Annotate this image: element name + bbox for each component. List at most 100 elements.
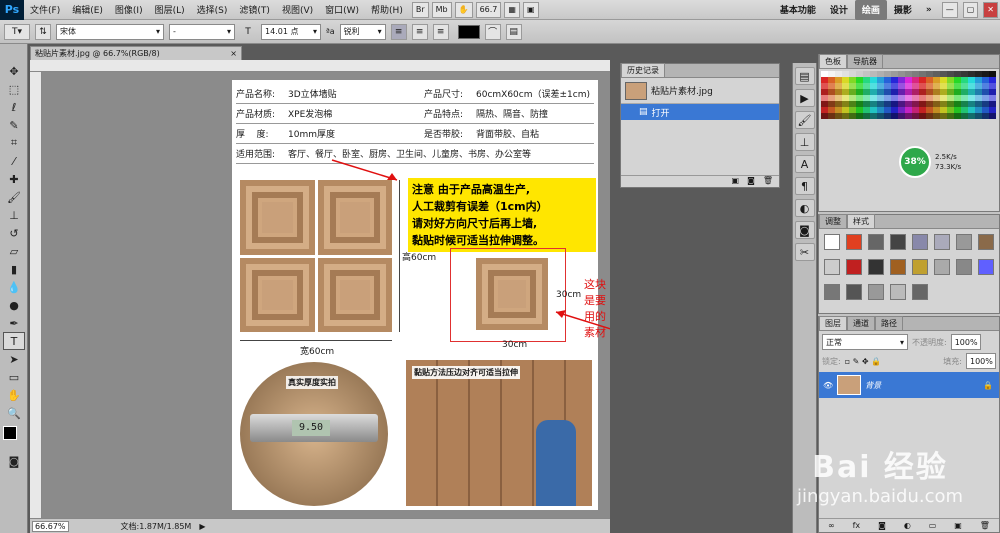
type-tool-preset-icon[interactable]: T▾ [4, 23, 30, 40]
style-preset[interactable] [846, 234, 862, 250]
type-tool-icon[interactable]: T [3, 332, 25, 350]
actions-panel-icon[interactable]: ▶ [794, 89, 815, 107]
workspace-design[interactable]: 设计 [823, 0, 855, 20]
menu-help[interactable]: 帮助(H) [365, 3, 409, 16]
style-preset[interactable] [868, 284, 884, 300]
foreground-color-swatch[interactable] [3, 426, 17, 440]
quick-mask-icon[interactable]: ◙ [3, 452, 25, 470]
antialias-select[interactable]: 锐利 ▾ [339, 23, 386, 40]
style-preset[interactable] [890, 259, 906, 275]
color-swatch[interactable] [968, 113, 975, 119]
workspace-painting[interactable]: 绘画 [854, 0, 887, 20]
color-swatch[interactable] [842, 113, 849, 119]
new-document-icon[interactable]: ▣ [732, 176, 740, 187]
blend-mode-select[interactable]: 正常 ▾ [822, 334, 908, 350]
path-select-icon[interactable]: ➤ [3, 350, 25, 368]
arrange-documents-button[interactable]: ▦ [504, 1, 520, 18]
zoom-readout[interactable]: 66.67% [32, 520, 69, 532]
style-preset[interactable] [868, 234, 884, 250]
vertical-ruler[interactable] [30, 72, 42, 518]
color-swatch[interactable] [989, 113, 996, 119]
style-preset[interactable] [934, 234, 950, 250]
style-preset[interactable] [912, 234, 928, 250]
color-swatch[interactable] [919, 113, 926, 119]
dodge-tool-icon[interactable]: ● [3, 296, 25, 314]
menu-window[interactable]: 窗口(W) [319, 3, 365, 16]
workspace-photography[interactable]: 摄影 [887, 0, 919, 20]
crop-tool-icon[interactable]: ⌗ [3, 134, 25, 152]
style-preset[interactable] [890, 234, 906, 250]
bridge-button[interactable]: Br [411, 1, 429, 18]
menu-edit[interactable]: 编辑(E) [66, 3, 109, 16]
gradient-tool-icon[interactable]: ▮ [3, 260, 25, 278]
close-button[interactable]: ✕ [983, 1, 998, 18]
color-swatch[interactable] [954, 113, 961, 119]
color-swatch[interactable] [905, 113, 912, 119]
color-swatch[interactable] [891, 113, 898, 119]
tab-paths[interactable]: 路径 [875, 316, 903, 330]
font-family-select[interactable]: 宋体 ▾ [56, 23, 164, 40]
zoom-tool-icon[interactable]: 🔍 [3, 404, 25, 422]
history-snapshot[interactable]: 粘贴片素材.jpg [621, 78, 779, 104]
style-preset[interactable] [824, 259, 840, 275]
delete-icon[interactable]: 🗑 [763, 176, 773, 187]
menu-file[interactable]: 文件(F) [24, 3, 66, 16]
minibridge-button[interactable]: Mb [431, 1, 452, 18]
tab-close-icon[interactable]: × [230, 49, 237, 58]
color-swatch[interactable] [982, 113, 989, 119]
style-preset[interactable] [934, 259, 950, 275]
foreground-background-colors[interactable] [3, 426, 25, 448]
style-preset[interactable] [890, 284, 906, 300]
menu-view[interactable]: 视图(V) [276, 3, 319, 16]
color-swatch[interactable] [933, 113, 940, 119]
clone-stamp-icon[interactable]: ⊥ [3, 206, 25, 224]
canvas-area[interactable]: 产品名称: 3D立体墙贴 产品尺寸: 60cmX60cm（误差±1cm) 产品材… [42, 72, 610, 518]
style-presets-grid[interactable] [819, 229, 999, 308]
new-snapshot-icon[interactable]: ◙ [747, 176, 755, 187]
style-preset[interactable] [824, 234, 840, 250]
layer-mask-icon[interactable]: ◙ [878, 521, 886, 530]
minimize-button[interactable]: — [941, 1, 958, 18]
maximize-button[interactable]: ▢ [962, 1, 979, 18]
menu-image[interactable]: 图像(I) [109, 3, 149, 16]
marquee-tool-icon[interactable]: ⬚ [3, 80, 25, 98]
adjustments-panel-icon[interactable]: ◐ [794, 199, 815, 217]
menu-filter[interactable]: 滤镜(T) [233, 3, 276, 16]
color-swatch[interactable] [870, 113, 877, 119]
history-step[interactable]: ▤ 打开 [621, 104, 779, 120]
history-brush-icon[interactable]: ↺ [3, 224, 25, 242]
color-swatch[interactable] [947, 113, 954, 119]
new-group-icon[interactable]: ▭ [929, 521, 937, 530]
text-color-swatch[interactable] [457, 24, 480, 39]
tab-channels[interactable]: 通道 [847, 316, 875, 330]
tab-layers[interactable]: 图层 [819, 316, 847, 330]
clone-source-icon[interactable]: ⊥ [794, 133, 815, 151]
warp-text-icon[interactable]: ⌒ [484, 23, 501, 40]
move-tool-icon[interactable]: ✥ [3, 62, 25, 80]
color-swatch[interactable] [912, 113, 919, 119]
menu-layer[interactable]: 图层(L) [149, 3, 191, 16]
align-right-icon[interactable]: ≡ [432, 23, 449, 40]
document-tab[interactable]: 粘贴片素材.jpg @ 66.7%(RGB/8) × [30, 46, 242, 60]
color-swatch[interactable] [884, 113, 891, 119]
doc-info-text[interactable]: 文档:1.87M/1.85M [121, 521, 192, 532]
eraser-tool-icon[interactable]: ▱ [3, 242, 25, 260]
horizontal-ruler[interactable] [30, 60, 610, 72]
status-arrow-icon[interactable]: ▶ [199, 522, 205, 531]
blur-tool-icon[interactable]: 💧 [3, 278, 25, 296]
lock-icons[interactable]: ▫ ✎ ✥ 🔒 [845, 357, 881, 366]
lasso-tool-icon[interactable]: ℓ [3, 98, 25, 116]
color-swatch[interactable] [961, 113, 968, 119]
align-center-icon[interactable]: ≡ [411, 23, 428, 40]
font-style-select[interactable]: - ▾ [169, 23, 235, 40]
screen-mode-button[interactable]: ▣ [522, 1, 539, 18]
toggle-orientation-icon[interactable]: ⇅ [35, 23, 51, 40]
fill-input[interactable]: 100% [966, 353, 996, 369]
style-preset[interactable] [912, 259, 928, 275]
adjustment-layer-icon[interactable]: ◐ [904, 521, 911, 530]
style-preset[interactable] [846, 259, 862, 275]
menu-select[interactable]: 选择(S) [191, 3, 234, 16]
tab-history[interactable]: 历史记录 [621, 63, 665, 77]
style-preset[interactable] [824, 284, 840, 300]
color-swatch[interactable] [877, 113, 884, 119]
